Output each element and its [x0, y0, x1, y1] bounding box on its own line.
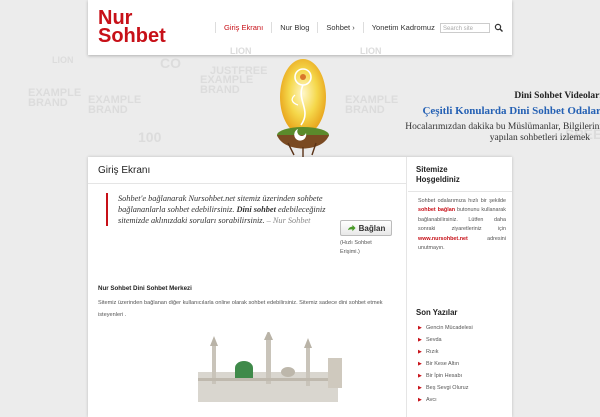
bg-logo: 100	[138, 129, 162, 145]
search-icon[interactable]	[494, 22, 504, 34]
nav-item-nur-blog[interactable]: Nur Blog	[271, 22, 317, 33]
arrow-right-icon: ▶	[418, 361, 422, 367]
bg-logo: LION	[360, 46, 382, 56]
bg-logo: EXAMPLE BRAND	[88, 94, 142, 116]
nav-item-giris[interactable]: Giriş Ekranı	[215, 22, 271, 33]
divider	[408, 191, 512, 192]
nav-item-sohbet[interactable]: Sohbet ›	[317, 22, 362, 33]
arrow-right-icon: ▶	[418, 349, 422, 355]
list-item[interactable]: ▶ Bir İpin Hesabı	[418, 370, 473, 382]
post-link[interactable]: Avcı	[426, 397, 437, 403]
post-link[interactable]: Sevda	[426, 337, 442, 343]
list-item[interactable]: ▶ Avcı	[418, 394, 473, 406]
post-link[interactable]: Bir Kese Altın	[426, 361, 459, 367]
arrow-right-icon: ▶	[418, 373, 422, 379]
welcome-text-pre: Sohbet odalarımıza hızlı bir şekilde	[418, 198, 506, 204]
list-item[interactable]: ▶ Sevda	[418, 334, 473, 346]
arrow-right-icon: ▶	[418, 397, 422, 403]
arrow-right-icon	[347, 224, 356, 231]
arrow-right-icon: ▶	[418, 325, 422, 331]
quote-author: – Nur Sohbet	[266, 216, 311, 225]
page-title: Giriş Ekranı	[98, 165, 151, 176]
site-header: Nur Sohbet Giriş Ekranı Nur Blog Sohbet …	[88, 0, 512, 55]
arrow-right-icon: ▶	[418, 385, 422, 391]
quote-text-bold: Dini sohbet	[236, 205, 276, 214]
recent-posts-title: Son Yazılar	[416, 308, 458, 317]
connect-button[interactable]: Bağlan	[340, 220, 392, 236]
nav-item-yonetim[interactable]: Yonetim Kadromuz	[362, 22, 443, 33]
list-item[interactable]: ▶ Bir Kese Altın	[418, 358, 473, 370]
main-panel: Giriş Ekranı Sohbet'e bağlanarak Nursohb…	[88, 157, 512, 417]
section-heading: Nur Sohbet Dini Sohbet Merkezi	[98, 285, 192, 292]
list-item[interactable]: ▶ Rızık	[418, 346, 473, 358]
divider	[88, 183, 406, 184]
logo-line-2: Sohbet	[98, 25, 166, 47]
bg-logo: EXAMPLE BRAND	[345, 94, 399, 116]
hero-line-4: yapılan sohbetleri izlemek	[489, 133, 590, 143]
post-link[interactable]: Bir İpin Hesabı	[426, 373, 462, 379]
main-content: Giriş Ekranı Sohbet'e bağlanarak Nursohb…	[88, 157, 407, 417]
connect-button-label: Bağlan	[358, 223, 386, 233]
bg-logo: EXAMPLE BRAND	[28, 87, 82, 109]
list-item[interactable]: ▶ Gencin Mücadelesi	[418, 322, 473, 334]
site-logo[interactable]: Nur Sohbet	[98, 8, 166, 47]
bg-logo: CO	[160, 55, 181, 71]
welcome-title-line-2: Hoşgeldiniz	[416, 175, 460, 184]
recent-posts-list: ▶ Gencin Mücadelesi ▶ Sevda ▶ Rızık ▶ Bir Ke…	[418, 322, 473, 406]
hero-line-2: Çeşitli Konularda Dini Sohbet Odaları	[422, 105, 600, 117]
intro-paragraph: Sitemiz üzerinden bağlanan diğer kullanı…	[98, 300, 383, 318]
bg-logo: LION	[230, 46, 252, 56]
bg-logo: EXAMPLE BRAND	[200, 74, 254, 96]
connect-note: (Hızlı Sohbet Erişimi.)	[340, 240, 372, 255]
welcome-title: Sitemize Hoşgeldiniz	[416, 165, 460, 185]
site-url-link[interactable]: www.nursohbet.net	[418, 236, 468, 242]
bg-logo: LION	[52, 55, 74, 65]
tree-globe-illustration	[277, 59, 329, 163]
post-link[interactable]: Gencin Mücadelesi	[426, 325, 473, 331]
hero-line-1: Dini Sohbet Videoları	[514, 91, 600, 101]
arrow-right-icon: ▶	[418, 337, 422, 343]
hero-banner: LION LION JUSTFREE CO EXAMPLE BRAND EXAM…	[0, 47, 600, 163]
welcome-title-line-1: Sitemize	[416, 165, 448, 174]
post-link[interactable]: Beş Sevgi Oluruz	[426, 385, 469, 391]
main-nav: Giriş Ekranı Nur Blog Sohbet › Yonetim K…	[215, 22, 443, 33]
hero-line-3: Hocalarımızdan dakika bu Müslümanlar, Bi…	[405, 122, 600, 132]
list-item[interactable]: ▶ Beş Sevgi Oluruz	[418, 382, 473, 394]
search-input[interactable]: Search site	[440, 23, 490, 33]
mosque-image	[188, 332, 348, 402]
welcome-text: Sohbet odalarımıza hızlı bir şekilde soh…	[418, 197, 506, 253]
welcome-highlight-connect: sohbet bağlan	[418, 207, 456, 214]
sidebar: Sitemize Hoşgeldiniz Sohbet odalarımıza …	[408, 157, 512, 417]
post-link[interactable]: Rızık	[426, 349, 439, 355]
intro-quote: Sohbet'e bağlanarak Nursohbet.net sitemi…	[106, 193, 343, 226]
